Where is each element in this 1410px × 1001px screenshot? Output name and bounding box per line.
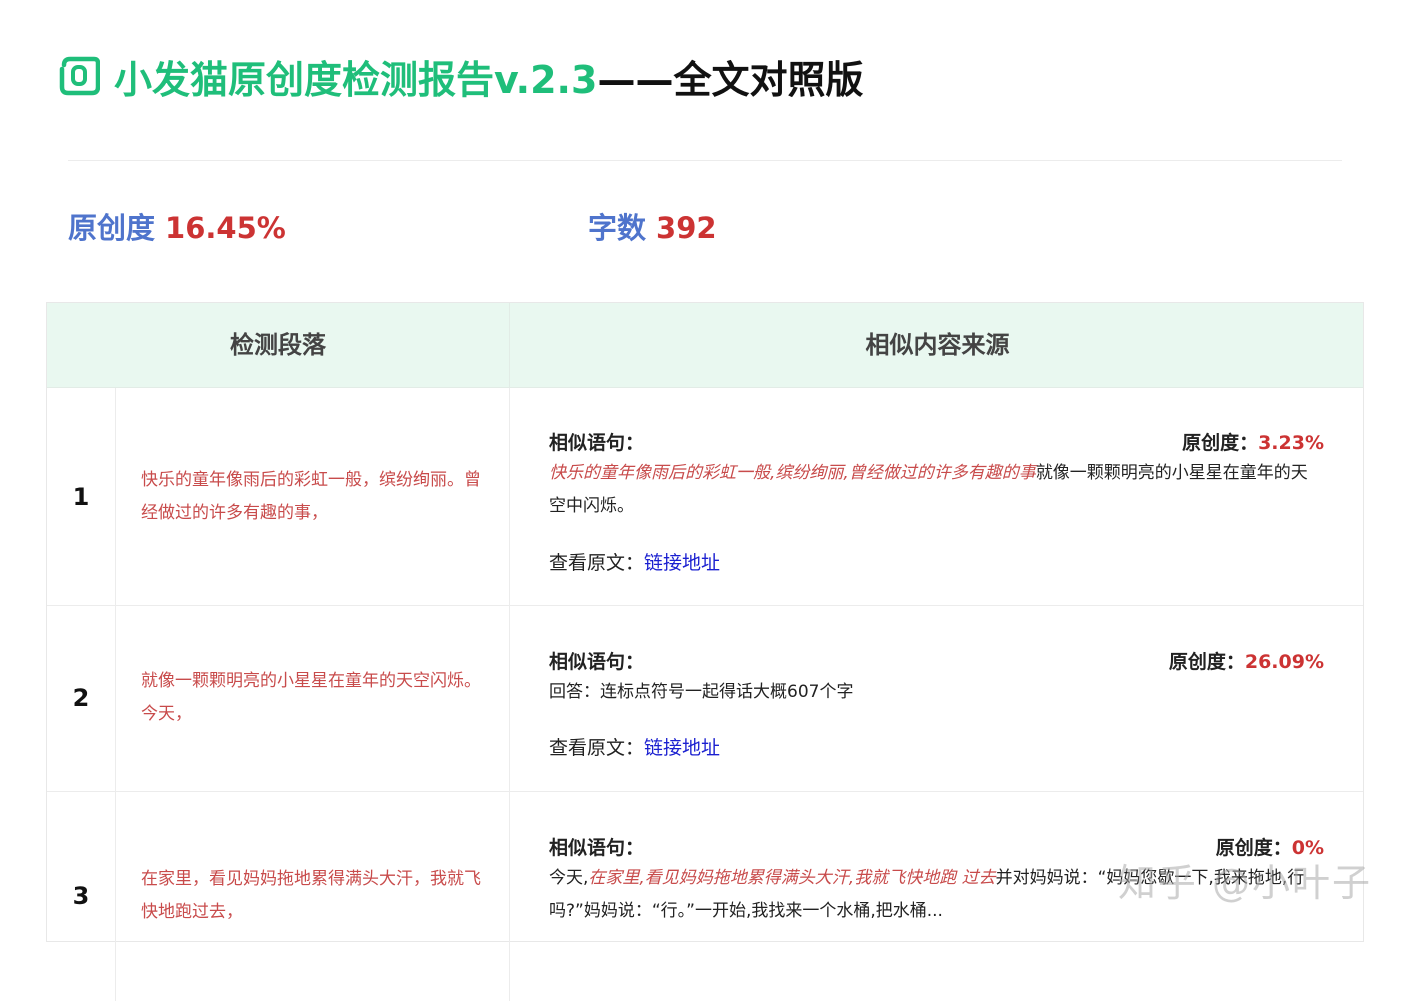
originality-label: 原创度	[68, 211, 156, 245]
word-count-label: 字数	[588, 211, 647, 245]
table-header: 检测段落 相似内容来源	[47, 303, 1363, 388]
header-divider	[68, 160, 1342, 161]
word-count-value: 392	[656, 211, 717, 245]
header-similar-source: 相似内容来源	[509, 303, 1365, 387]
summary-stats: 原创度 16.45% 字数 392	[68, 205, 1068, 255]
table-row: 1 快乐的童年像雨后的彩虹一般，缤纷绚丽。曾经做过的许多有趣的事， 相似语句： …	[47, 388, 1363, 606]
similar-sentence-label: 相似语句：	[549, 837, 645, 859]
row-originality-value: 26.09%	[1244, 651, 1324, 673]
view-original: 查看原文：链接地址	[549, 733, 720, 760]
detected-segment-cell: 快乐的童年像雨后的彩虹一般，缤纷绚丽。曾经做过的许多有趣的事，	[115, 388, 510, 605]
zhihu-watermark: 知乎 @小叶子	[1117, 861, 1372, 905]
table-row: 2 就像一颗颗明亮的小星星在童年的天空闪烁。今天， 相似语句： 原创度：26.0…	[47, 605, 1363, 792]
row-originality-label: 原创度：	[1168, 651, 1245, 673]
detected-segment-cell: 就像一颗颗明亮的小星星在童年的天空闪烁。今天，	[115, 605, 510, 791]
view-original-label: 查看原文：	[549, 737, 645, 759]
header-detected-segment: 检测段落	[230, 331, 326, 359]
row-number: 1	[47, 388, 116, 605]
row-originality: 原创度：3.23%	[1182, 428, 1324, 455]
source-link[interactable]: 链接地址	[644, 737, 720, 759]
title-main: 小发猫原创度检测报告v.2.3	[114, 57, 598, 102]
similar-sentence-text: 回答：连标点符号一起得话大概607个字	[549, 676, 1316, 709]
row-number: 3	[47, 791, 116, 1001]
source-header: 相似语句： 原创度：3.23%	[549, 428, 1324, 454]
originality-value: 16.45%	[165, 211, 286, 245]
similar-sentence-label: 相似语句：	[549, 651, 645, 673]
row-originality-label: 原创度：	[1182, 432, 1259, 454]
title-suffix: ——全文对照版	[597, 57, 864, 102]
detected-segment-cell: 在家里，看见妈妈拖地累得满头大汗，我就飞快地跑过去，	[115, 791, 510, 1001]
text-plain: 回答：连标点符号一起得话大概607个字	[549, 682, 854, 702]
comparison-table: 检测段落 相似内容来源 1 快乐的童年像雨后的彩虹一般，缤纷绚丽。曾经做过的许多…	[46, 302, 1364, 1001]
row-originality: 原创度：26.09%	[1169, 647, 1324, 674]
report-header: 小发猫原创度检测报告v.2.3——全文对照版	[58, 48, 863, 104]
segment-text: 就像一颗颗明亮的小星星在童年的天空闪烁。今天，	[141, 671, 481, 724]
page-title: 小发猫原创度检测报告v.2.3——全文对照版	[114, 49, 863, 104]
source-cell: 相似语句： 原创度：3.23% 快乐的童年像雨后的彩虹一般,缤纷绚丽,曾经做过的…	[509, 388, 1364, 605]
similar-sentence-label: 相似语句：	[549, 432, 645, 454]
originality-stat: 原创度 16.45%	[68, 205, 286, 247]
segment-text: 在家里，看见妈妈拖地累得满头大汗，我就飞快地跑过去，	[141, 869, 481, 922]
view-original: 查看原文：链接地址	[549, 548, 720, 575]
row-number: 2	[47, 605, 116, 791]
text-highlight: 快乐的童年像雨后的彩虹一般,缤纷绚丽,曾经做过的许多有趣的事	[549, 463, 1036, 483]
segment-text: 快乐的童年像雨后的彩虹一般，缤纷绚丽。曾经做过的许多有趣的事，	[141, 469, 481, 523]
text-highlight: 在家里,看见妈妈拖地累得满头大汗,我就飞快地跑 过去	[588, 868, 996, 888]
word-count-stat: 字数 392	[588, 205, 717, 247]
source-cell: 相似语句： 原创度：26.09% 回答：连标点符号一起得话大概607个字 查看原…	[509, 605, 1364, 791]
similar-sentence-text: 快乐的童年像雨后的彩虹一般,缤纷绚丽,曾经做过的许多有趣的事就像一颗颗明亮的小星…	[549, 457, 1316, 523]
source-link[interactable]: 链接地址	[644, 552, 720, 574]
source-header: 相似语句： 原创度：26.09%	[549, 647, 1324, 673]
text-plain: 今天,	[549, 868, 589, 888]
view-original-label: 查看原文：	[549, 552, 645, 574]
document-logo-icon	[59, 56, 100, 96]
row-originality-value: 3.23%	[1258, 432, 1324, 454]
